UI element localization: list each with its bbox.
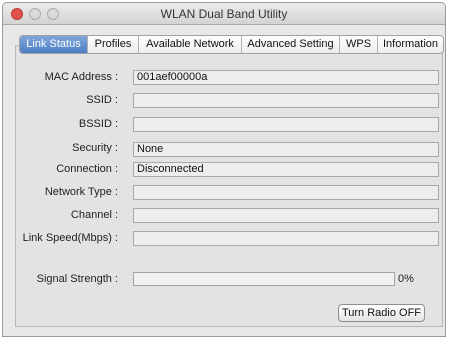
link-status-panel: MAC Address : 001aef00000a SSID : BSSID … [15,45,443,327]
network-type-field [133,185,439,200]
link-speed-label: Link Speed(Mbps) : [22,232,118,244]
mac-address-field: 001aef00000a [133,70,439,85]
tab-wps[interactable]: WPS [340,36,378,53]
tab-advanced-setting[interactable]: Advanced Setting [242,36,340,53]
turn-radio-off-button[interactable]: Turn Radio OFF [338,304,425,322]
window-title: WLAN Dual Band Utility [160,7,288,21]
link-speed-field [133,231,439,246]
signal-strength-bar [133,272,395,286]
channel-field [133,208,439,223]
signal-strength-percent: 0% [398,273,414,285]
tab-link-status[interactable]: Link Status [20,36,88,53]
network-type-label: Network Type : [44,186,118,198]
mac-address-label: MAC Address : [44,71,118,83]
tab-available-network[interactable]: Available Network [139,36,242,53]
app-window: WLAN Dual Band Utility MAC Address : 001… [2,2,446,337]
ssid-label: SSID : [86,94,118,106]
channel-label: Channel : [70,209,118,221]
ssid-field [133,93,439,108]
signal-strength-label: Signal Strength : [36,273,118,285]
connection-field: Disconnected [133,162,439,177]
window-bottom-strip [3,329,445,336]
title-bar: WLAN Dual Band Utility [3,3,445,25]
bssid-field [133,117,439,132]
security-field: None [133,142,439,157]
tab-profiles[interactable]: Profiles [88,36,139,53]
bssid-label: BSSID : [78,118,118,130]
tab-bar: Link Status Profiles Available Network A… [19,35,444,54]
connection-label: Connection : [56,163,118,175]
security-label: Security : [72,142,118,154]
tab-information[interactable]: Information [378,36,443,53]
